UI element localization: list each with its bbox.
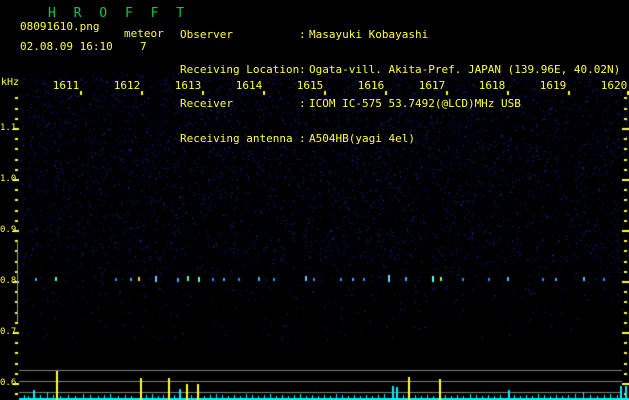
station-row-receiver: Receiver: ICOM IC-575 53.7492(@LCD)MHz US… [180, 98, 620, 110]
freq-tick-label: 0.7 [0, 327, 17, 337]
meteor-count: 7 [140, 40, 147, 53]
station-value: Masayuki Kobayashi [309, 28, 429, 41]
colon: : [299, 28, 306, 41]
station-row-observer: Observer: Masayuki Kobayashi [180, 29, 620, 41]
freq-tick-label: 1.1 [0, 123, 17, 133]
station-label: Receiver [180, 97, 233, 110]
station-label: Receiving antenna [180, 131, 293, 145]
observation-datetime: 02.08.09 16:10 [20, 40, 113, 53]
app-title: H R O F F T [48, 6, 190, 21]
freq-tick-label: 1.0 [0, 174, 17, 184]
time-tick-label: 1613 [174, 79, 202, 92]
time-tick-label: 1617 [418, 79, 446, 92]
freq-tick-label: 0.8 [0, 276, 17, 286]
station-value: Ogata-vill. Akita-Pref. JAPAN (139.96E, … [309, 62, 621, 76]
freq-tick-label: 0.6 [0, 378, 17, 388]
colon: : [299, 62, 306, 76]
colon: : [299, 131, 306, 145]
time-tick-label: 1615 [296, 79, 324, 92]
time-tick-label: 1619 [539, 79, 567, 92]
station-value: ICOM IC-575 53.7492(@LCD)MHz USB [309, 97, 521, 110]
output-filename: 08091610.png [20, 20, 100, 33]
time-tick-label: 1611 [52, 79, 80, 92]
freq-axis-unit: kHz [1, 77, 20, 88]
station-row-antenna: Receiving antenna: A504HB(yagi 4el) [180, 131, 620, 145]
freq-tick-label: 0.9 [0, 225, 17, 235]
station-row-location: Receiving Location: Ogata-vill. Akita-Pre… [180, 62, 621, 76]
time-tick-label: 1614 [235, 79, 263, 92]
hrofft-window: H R O F F T 08091610.png meteor 02.08.09… [0, 0, 629, 400]
station-value: A504HB(yagi 4el) [309, 131, 415, 145]
colon: : [299, 97, 306, 110]
time-tick-label: 1620 [600, 79, 628, 92]
mode-label: meteor [124, 27, 164, 40]
station-label: Observer [180, 28, 233, 41]
time-tick-label: 1612 [113, 79, 141, 92]
time-tick-label: 1618 [478, 79, 506, 92]
time-tick-label: 1616 [357, 79, 385, 92]
station-label: Receiving Location [180, 62, 300, 76]
